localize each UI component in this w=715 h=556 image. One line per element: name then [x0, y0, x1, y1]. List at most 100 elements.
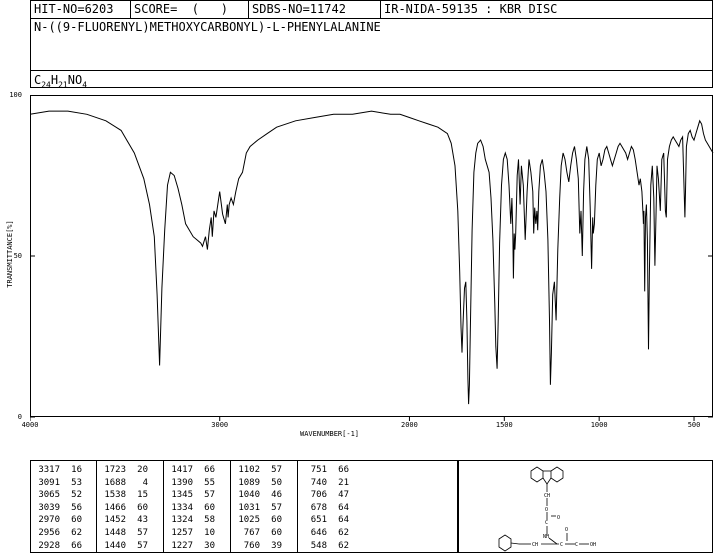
peak-wavenumber: 751	[310, 465, 327, 475]
peak-transmittance: 20	[137, 465, 148, 475]
peak-wavenumber: 1040	[238, 490, 260, 501]
x-tick-label: 3000	[211, 421, 229, 429]
peak-row: 1466 60	[101, 502, 163, 515]
peak-wavenumber: 3065	[38, 490, 60, 501]
label-o-c: O	[557, 515, 560, 521]
peak-row: 1448 57	[101, 527, 163, 540]
peak-wavenumber: 706	[310, 490, 327, 501]
peak-wavenumber: 1102	[238, 465, 260, 475]
label-ch-lower: CH	[532, 542, 538, 548]
peak-transmittance: 47	[338, 490, 349, 501]
peak-wavenumber: 1538	[104, 490, 126, 501]
header-row: HIT-NO=6203 SCORE= ( ) SDBS-NO=11742 IR-…	[31, 1, 712, 19]
plot-frame	[30, 95, 713, 417]
peak-transmittance: 60	[137, 502, 148, 513]
peak-transmittance: 60	[204, 502, 215, 513]
fluorene-five-ring-bottom	[542, 477, 552, 485]
peak-transmittance: 64	[338, 502, 349, 513]
peak-row: 1417 66	[168, 464, 230, 477]
peak-row: 3091 53	[35, 477, 96, 490]
peak-row: 548 62	[302, 540, 363, 553]
peak-row: 1452 43	[101, 514, 163, 527]
peak-row: 3317 16	[35, 464, 96, 477]
peak-row: 760 39	[235, 540, 297, 553]
peak-wavenumber: 1227	[171, 540, 193, 551]
peak-wavenumber: 1448	[104, 527, 126, 538]
peak-wavenumber: 1466	[104, 502, 126, 513]
peak-row: 706 47	[302, 489, 363, 502]
peak-transmittance: 60	[271, 527, 282, 538]
peak-row: 1040 46	[235, 489, 297, 502]
peak-transmittance: 52	[71, 490, 82, 501]
peak-transmittance: 43	[137, 515, 148, 526]
peak-wavenumber: 651	[310, 515, 327, 526]
peak-transmittance: 10	[204, 527, 215, 538]
peak-transmittance: 16	[71, 465, 82, 475]
peak-transmittance: 64	[338, 515, 349, 526]
peak-transmittance: 55	[204, 477, 215, 488]
peak-transmittance: 57	[137, 540, 148, 551]
peak-wavenumber: 2928	[38, 540, 60, 551]
peak-wavenumber: 646	[310, 527, 327, 538]
peak-wavenumber: 548	[310, 540, 327, 551]
label-o-acid: O	[565, 527, 568, 533]
peak-row: 1334 60	[168, 502, 230, 515]
peak-transmittance: 60	[71, 515, 82, 526]
peak-transmittance: 30	[204, 540, 215, 551]
molecular-formula: C24H21NO4	[31, 70, 712, 89]
label-c-alpha: C	[560, 542, 563, 548]
peak-transmittance: 62	[71, 527, 82, 538]
peak-row: 1538 15	[101, 489, 163, 502]
label-c: C	[545, 520, 548, 526]
peak-wavenumber: 1031	[238, 502, 260, 513]
peak-row: 1257 10	[168, 527, 230, 540]
sdbs-number: SDBS-NO=11742	[249, 1, 381, 18]
label-ch-upper: CH	[544, 493, 550, 499]
peak-wavenumber: 678	[310, 502, 327, 513]
hit-number: HIT-NO=6203	[31, 1, 131, 18]
peak-transmittance: 21	[338, 477, 349, 488]
peak-transmittance: 57	[271, 502, 282, 513]
label-c-acid: C	[575, 542, 578, 548]
peak-transmittance: 66	[71, 540, 82, 551]
peak-wavenumber: 1688	[104, 477, 126, 488]
peak-column: 1723 20 1688 4 1538 15 1466 60 1452 43 1448 57 1440 5…	[96, 461, 163, 552]
peak-row: 1688 4	[101, 477, 163, 490]
peak-transmittance: 4	[142, 477, 148, 488]
peak-row: 1102 57	[235, 464, 297, 477]
peak-transmittance: 56	[71, 502, 82, 513]
peak-transmittance: 53	[71, 477, 82, 488]
peak-transmittance: 57	[204, 490, 215, 501]
peak-row: 1345 57	[168, 489, 230, 502]
y-tick-label: 0	[17, 413, 22, 421]
fluorene-left-ring	[530, 466, 544, 483]
peak-wavenumber: 2970	[38, 515, 60, 526]
peak-column: 751 66 740 21 706 47 678 64 651 64 646 62 548 62	[297, 461, 363, 552]
peak-transmittance: 57	[137, 527, 148, 538]
peak-row: 1723 20	[101, 464, 163, 477]
y-axis-label: TRANSMITTANCE[%]	[6, 220, 14, 288]
peak-wavenumber: 3317	[38, 465, 60, 475]
peak-wavenumber: 3091	[38, 477, 60, 488]
peak-column: 3317 16 3091 53 3065 52 3039 56 2970 60 2956 62 2928…	[31, 461, 96, 552]
peak-column: 1417 66 1390 55 1345 57 1334 60 1324 58 1257 10 1227…	[163, 461, 230, 552]
peak-row: 678 64	[302, 502, 363, 515]
molecule-structure: CH O C O NH C C O OH CH	[498, 466, 596, 552]
label-oh: OH	[590, 542, 596, 548]
bond-phenyl	[510, 542, 520, 545]
peak-wavenumber: 1440	[104, 540, 126, 551]
peak-wavenumber: 1334	[171, 502, 193, 513]
peak-transmittance: 62	[338, 527, 349, 538]
peak-row: 1025 60	[235, 514, 297, 527]
peak-column: 1102 57 1089 50 1040 46 1031 57 1025 60 767 60 760 39	[230, 461, 297, 552]
peak-transmittance: 57	[271, 465, 282, 475]
x-tick-label: 1000	[590, 421, 608, 429]
peak-transmittance: 60	[271, 515, 282, 526]
peak-row: 646 62	[302, 527, 363, 540]
peak-row: 2956 62	[35, 527, 96, 540]
x-tick-label: 1500	[495, 421, 513, 429]
y-tick-label: 100	[9, 91, 22, 99]
x-tick-label: 2000	[401, 421, 418, 429]
header-box: HIT-NO=6203 SCORE= ( ) SDBS-NO=11742 IR-…	[30, 0, 713, 89]
spectrum-line	[30, 110, 714, 405]
